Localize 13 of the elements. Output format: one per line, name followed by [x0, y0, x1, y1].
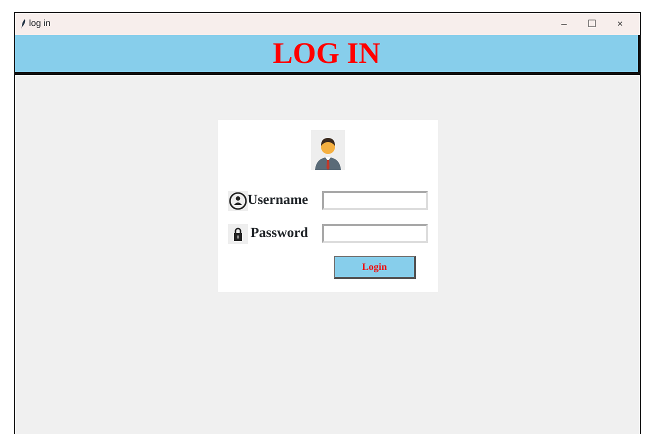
maximize-button[interactable]: ☐ — [578, 16, 606, 32]
field-label: Password — [250, 225, 308, 243]
lock-icon — [232, 226, 242, 240]
minimize-button[interactable]: – — [550, 16, 578, 32]
window-title: log in — [29, 17, 51, 30]
feather-icon — [21, 19, 26, 29]
avatar-icon — [310, 130, 344, 170]
user-icon — [228, 192, 246, 210]
password-field[interactable] — [322, 224, 428, 243]
header-title: LOG IN — [272, 38, 380, 68]
field-label: Username — [248, 192, 308, 210]
username-field[interactable] — [322, 191, 428, 210]
close-button[interactable]: × — [606, 16, 634, 32]
